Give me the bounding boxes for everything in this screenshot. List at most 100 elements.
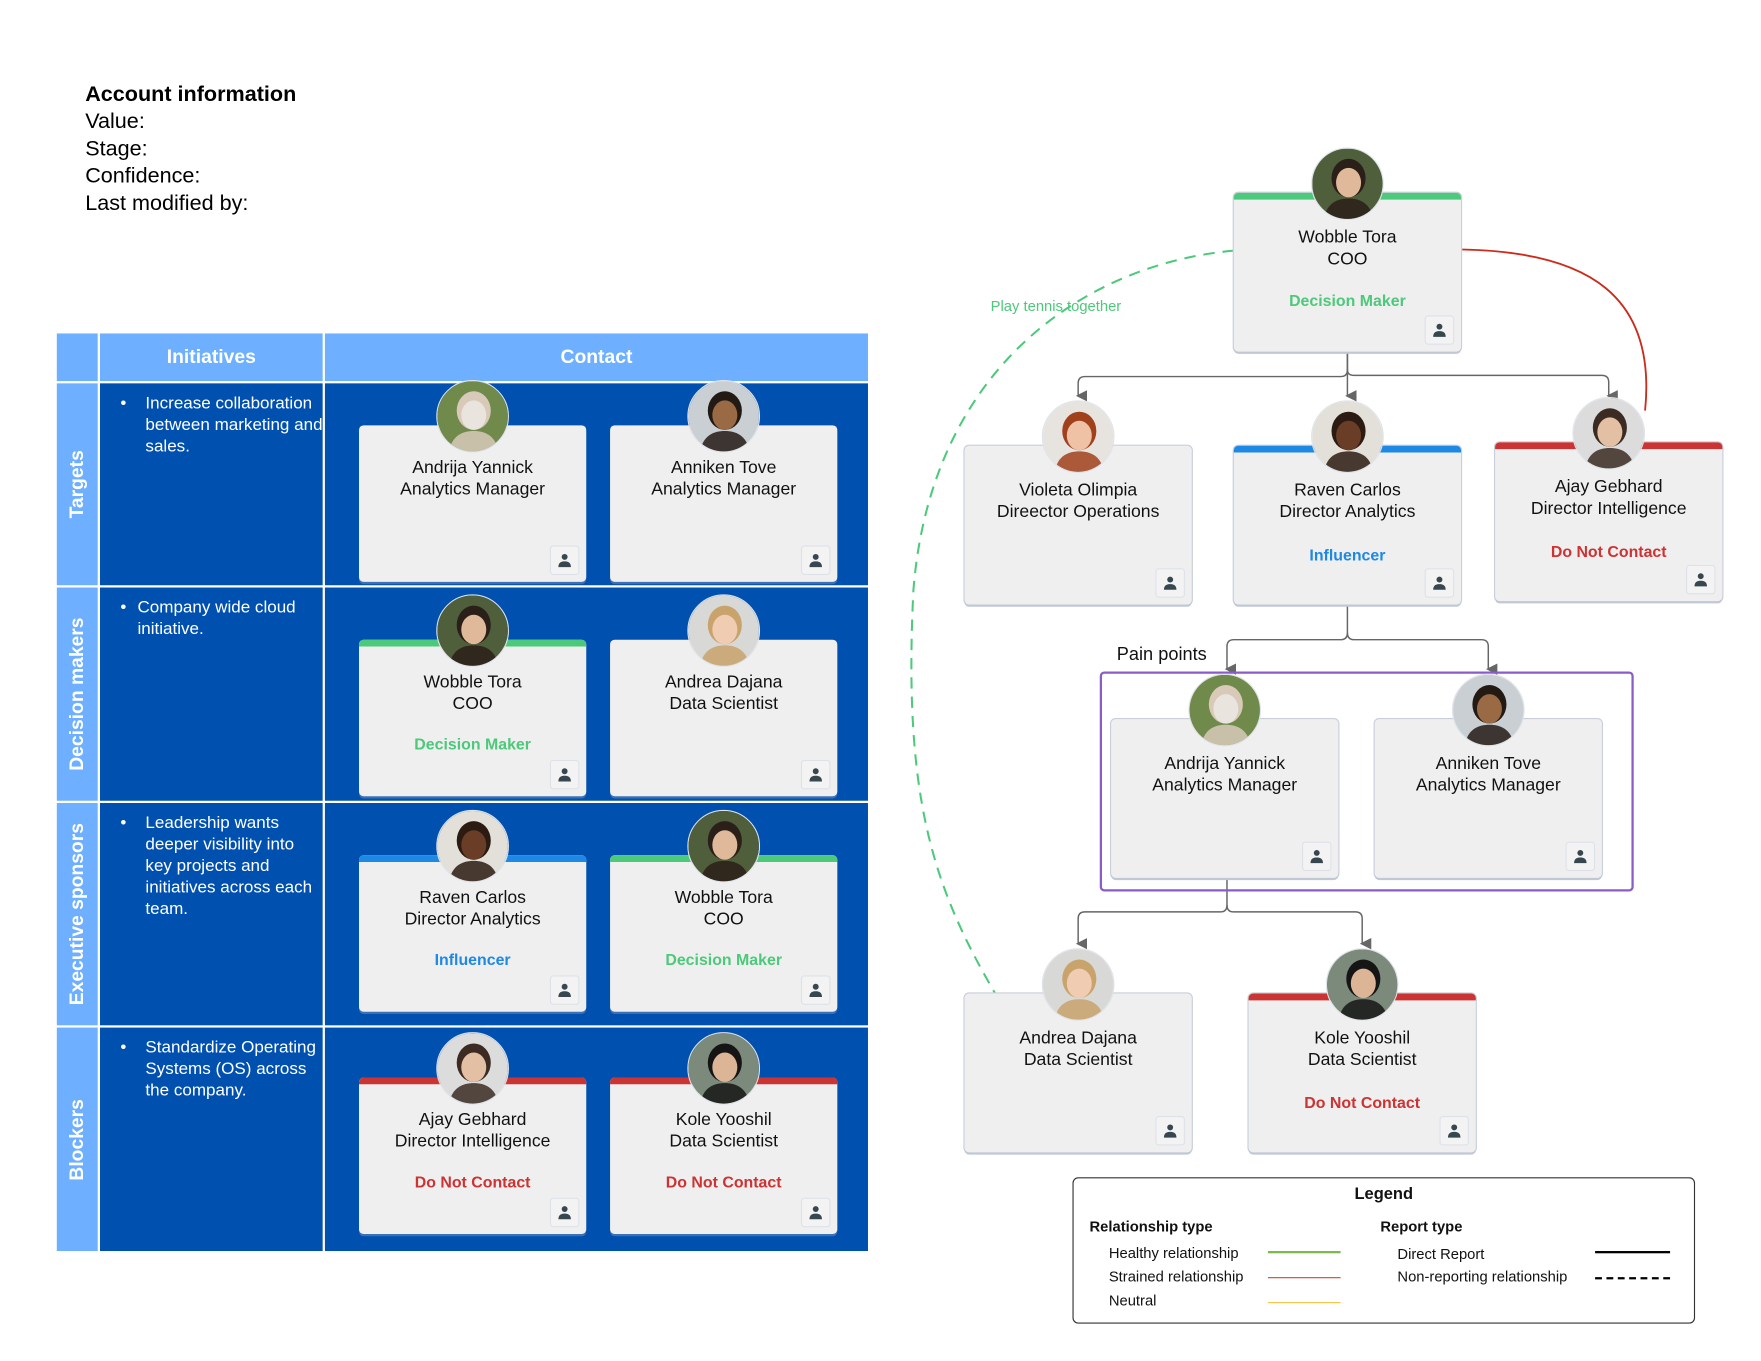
account-info-title: Account information <box>85 82 297 107</box>
contact-profile-button[interactable] <box>549 759 580 790</box>
report-line-raven-andrija <box>1224 604 1349 675</box>
contact-name-title: Andrea Dajana Data Scientist <box>610 671 837 714</box>
legend-item-direct-report: Direct Report <box>1397 1245 1485 1263</box>
contact-name: Wobble Tora <box>423 672 522 692</box>
header-initiatives: Initiatives <box>99 333 323 382</box>
contact-title: Data Scientist <box>1307 1050 1417 1070</box>
initiative-text: Leadership wants deeper visibility into … <box>100 812 323 920</box>
role-badge: Do Not Contact <box>1550 542 1667 561</box>
contact-name-title: Ajay Gebhard Director Intelligence <box>1495 476 1722 519</box>
person-icon <box>1162 575 1178 591</box>
role-badge: Decision Maker <box>665 950 783 969</box>
contact-name-title: Andrija Yannick Analytics Manager <box>1111 753 1338 796</box>
initiative-text: Company wide cloud initiative. <box>100 597 323 640</box>
contact-profile-button[interactable] <box>1301 841 1332 872</box>
contact-profile-button[interactable] <box>800 759 831 790</box>
contact-title: Director Intelligence <box>1530 499 1687 519</box>
contact-name-title: Andrea Dajana Data Scientist <box>965 1028 1192 1071</box>
contact-name: Kole Yooshil <box>1314 1028 1411 1049</box>
avatar <box>436 379 509 453</box>
contact-title: Director Analytics <box>1279 502 1416 522</box>
legend-item-non-reporting: Non-reporting relationship <box>1397 1268 1568 1286</box>
contact-title: Direector Operations <box>996 502 1160 522</box>
row-label-executive-sponsors: Executive sponsors <box>56 803 98 1026</box>
contact-profile-button[interactable] <box>549 545 580 576</box>
contact-name-title: Raven Carlos Director Analytics <box>359 887 586 930</box>
contact-name: Andrija Yannick <box>412 458 533 478</box>
person-icon <box>557 767 573 783</box>
contact-profile-button[interactable] <box>800 545 831 576</box>
contact-title: Data Scientist <box>1023 1050 1133 1070</box>
avatar <box>436 809 509 883</box>
account-field-last-modified: Last modified by: <box>85 191 249 216</box>
contact-name-title: Wobble Tora COO <box>359 671 586 714</box>
contact-name-title: Kole Yooshil Data Scientist <box>1249 1028 1476 1071</box>
legend-swatch-neutral <box>1267 1302 1341 1304</box>
avatar <box>1325 948 1399 1021</box>
contact-name: Violeta Olimpia <box>1019 480 1138 501</box>
contact-title: Analytics Manager <box>400 479 546 500</box>
initiative-text: Increase collaboration between marketing… <box>100 392 323 457</box>
contact-name: Anniken Tove <box>1435 754 1541 774</box>
contact-name-title: Anniken Tove Analytics Manager <box>610 457 837 500</box>
contact-name-title: Kole Yooshil Data Scientist <box>610 1109 837 1152</box>
contact-name-title: Violeta Olimpia Direector Operations <box>965 480 1192 523</box>
contact-profile-button[interactable] <box>1155 568 1185 598</box>
pain-points-label: Pain points <box>1116 645 1207 665</box>
person-icon <box>557 552 573 568</box>
account-field-stage: Stage: <box>85 137 148 162</box>
initiative-cell: Leadership wants deeper visibility into … <box>99 803 323 1026</box>
person-icon <box>1446 1123 1462 1139</box>
contact-name-title: Anniken Tove Analytics Manager <box>1375 753 1602 796</box>
contact-profile-button[interactable] <box>1685 564 1716 595</box>
avatar <box>1572 396 1646 470</box>
contact-title: COO <box>1327 249 1368 269</box>
person-icon <box>1309 848 1325 864</box>
contact-title: Analytics Manager <box>1415 775 1561 796</box>
person-icon <box>1572 848 1588 864</box>
person-icon <box>808 982 824 998</box>
contact-name: Anniken Tove <box>670 458 777 478</box>
contact-profile-button[interactable] <box>549 975 580 1005</box>
legend-swatch-direct-report <box>1595 1251 1671 1254</box>
person-icon <box>1431 322 1447 338</box>
person-icon <box>1693 572 1709 588</box>
legend-title: Legend <box>1354 1185 1414 1204</box>
contact-name: Wobble Tora <box>1298 227 1397 248</box>
legend-swatch-strained <box>1267 1277 1341 1279</box>
contact-profile-button[interactable] <box>1424 568 1455 598</box>
contact-profile-button[interactable] <box>800 975 831 1005</box>
contact-name: Kole Yooshil <box>675 1110 772 1130</box>
contact-name: Andrija Yannick <box>1164 754 1286 774</box>
contact-profile-button[interactable] <box>1565 841 1596 872</box>
contact-profile-button[interactable] <box>800 1197 831 1228</box>
avatar <box>687 809 761 883</box>
role-badge: Do Not Contact <box>414 1172 531 1191</box>
contact-title: Data Scientist <box>669 1131 779 1152</box>
avatar <box>687 1032 761 1105</box>
contact-name: Raven Carlos <box>1294 480 1401 501</box>
person-icon <box>1162 1123 1178 1139</box>
contact-name: Andrea Dajana <box>664 672 783 692</box>
contact-name: Ajay Gebhard <box>1554 477 1663 497</box>
contact-profile-button[interactable] <box>1155 1116 1185 1146</box>
contact-profile-button[interactable] <box>1424 315 1455 345</box>
report-line-wobble-violeta <box>1075 351 1349 402</box>
account-field-confidence: Confidence: <box>85 164 201 189</box>
contact-profile-button[interactable] <box>549 1197 580 1228</box>
role-badge: Influencer <box>434 950 511 969</box>
legend-item-healthy: Healthy relationship <box>1108 1244 1239 1262</box>
avatar <box>687 379 761 453</box>
initiative-text: Standardize Operating Systems (OS) acros… <box>100 1037 323 1102</box>
contact-profile-button[interactable] <box>1439 1116 1469 1146</box>
legend-swatch-non-reporting <box>1595 1277 1671 1280</box>
row-label-blockers: Blockers <box>56 1027 98 1252</box>
avatar <box>1451 673 1525 747</box>
initiative-cell: Company wide cloud initiative. <box>99 587 323 801</box>
contact-name-title: Raven Carlos Director Analytics <box>1234 480 1461 523</box>
avatar <box>1311 400 1384 473</box>
strained-relationship-line <box>1462 248 1648 411</box>
legend-report-heading: Report type <box>1380 1218 1463 1236</box>
contact-title: Director Intelligence <box>394 1131 551 1152</box>
contact-title: Director Analytics <box>404 909 541 929</box>
